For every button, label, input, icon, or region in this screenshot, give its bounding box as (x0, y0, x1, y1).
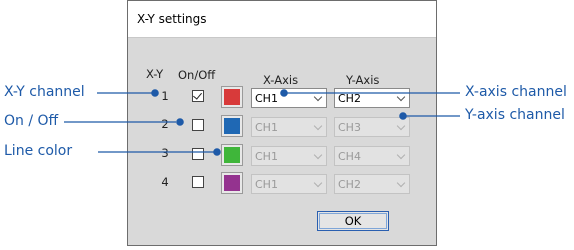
callout-xy-channel: X-Y channel (4, 84, 85, 100)
callout-y-axis-channel: Y-axis channel (465, 107, 565, 123)
callout-dot (280, 89, 288, 97)
callout-dot (399, 112, 407, 120)
callout-dot (176, 118, 184, 126)
callout-dot (151, 89, 159, 97)
callout-dot (213, 148, 221, 156)
callout-on-off: On / Off (4, 113, 59, 129)
callout-lines (64, 89, 460, 156)
callout-x-axis-channel: X-axis channel (465, 84, 567, 100)
callout-line-color: Line color (4, 143, 73, 159)
